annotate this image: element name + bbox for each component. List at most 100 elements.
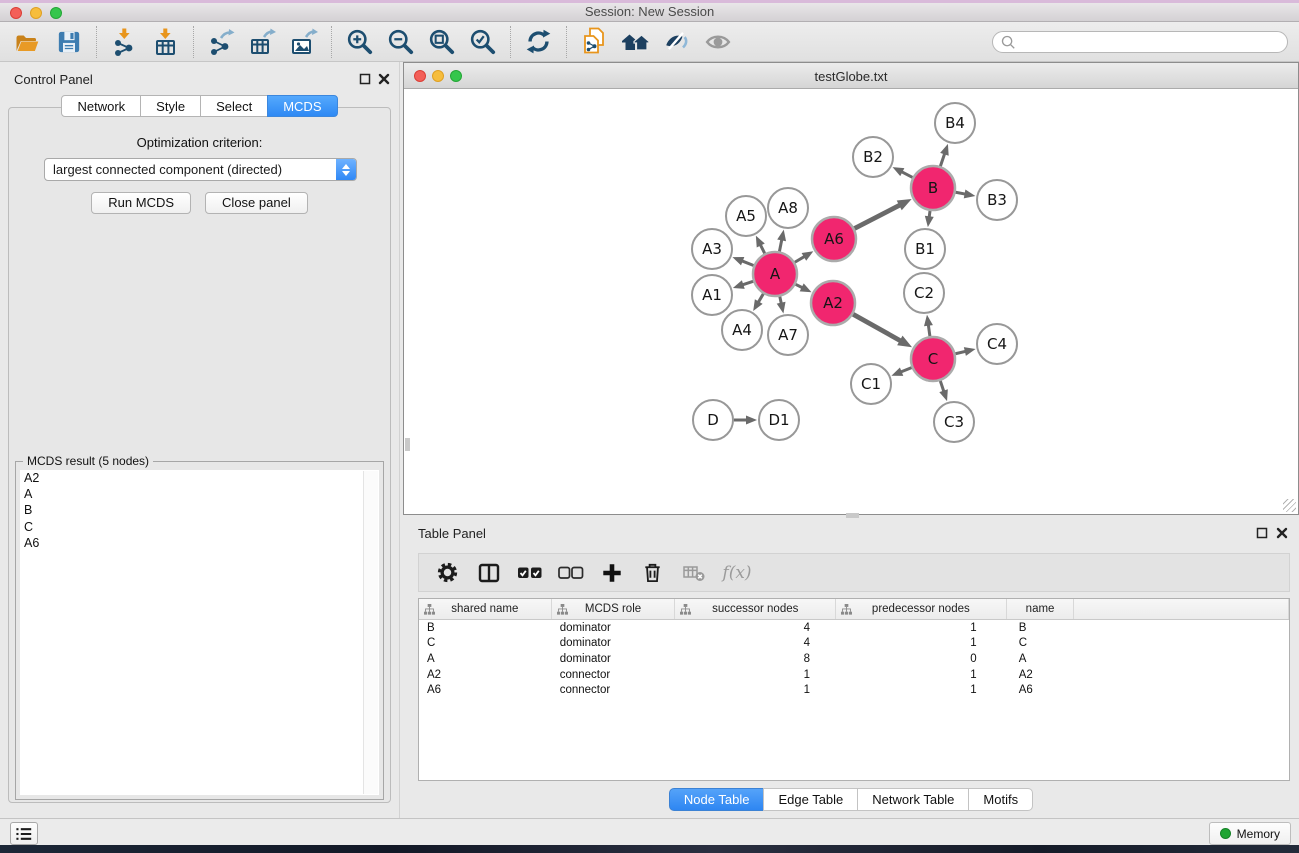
tab-network[interactable]: Network bbox=[61, 95, 141, 117]
node-C2[interactable]: C2 bbox=[904, 273, 944, 313]
edge-A6-B[interactable] bbox=[854, 199, 911, 228]
node-D1[interactable]: D1 bbox=[759, 400, 799, 440]
table-row[interactable]: Adominator80A bbox=[419, 651, 1289, 667]
result-scrollbar[interactable] bbox=[363, 471, 378, 794]
mcds-result-item[interactable]: A bbox=[20, 486, 379, 502]
deselect-all-button[interactable] bbox=[552, 556, 589, 590]
memory-button[interactable]: Memory bbox=[1209, 822, 1291, 845]
edge-C-C1[interactable] bbox=[891, 367, 911, 375]
import-network-button[interactable] bbox=[104, 24, 145, 60]
node-A8[interactable]: A8 bbox=[768, 188, 808, 228]
node-A[interactable]: A bbox=[753, 252, 797, 296]
function-builder-button[interactable]: f(x) bbox=[716, 556, 753, 590]
tab-mcds[interactable]: MCDS bbox=[267, 95, 337, 117]
node-A6[interactable]: A6 bbox=[812, 217, 856, 261]
column-header-name[interactable]: name bbox=[1007, 599, 1075, 619]
edge-A-A1[interactable] bbox=[733, 280, 753, 289]
node-A3[interactable]: A3 bbox=[692, 229, 732, 269]
node-B[interactable]: B bbox=[911, 166, 955, 210]
mcds-result-list[interactable]: A2ABCA6 bbox=[20, 470, 379, 795]
show-graphics-details-button[interactable] bbox=[697, 24, 738, 60]
table-row[interactable]: A6connector11A6 bbox=[419, 682, 1289, 698]
node-C4[interactable]: C4 bbox=[977, 324, 1017, 364]
tab-network-table[interactable]: Network Table bbox=[857, 788, 969, 811]
column-header-MCDS-role[interactable]: MCDS role bbox=[552, 599, 676, 619]
delete-table-button[interactable] bbox=[675, 556, 712, 590]
table-settings-button[interactable] bbox=[429, 556, 466, 590]
export-table-button[interactable] bbox=[242, 24, 283, 60]
network-canvas[interactable]: B4 B2 B B3 A5A8A6 A3 B1 A A1 C2 A2 A4A7 C4 C C1 C3 D D1 bbox=[404, 89, 1298, 514]
open-session-button[interactable] bbox=[7, 24, 48, 60]
edge-C-C4[interactable] bbox=[955, 347, 975, 356]
resize-grip[interactable] bbox=[1283, 499, 1296, 512]
edge-A-A8[interactable] bbox=[777, 230, 786, 252]
edge-B-B1[interactable] bbox=[925, 211, 934, 227]
edge-D-D1[interactable] bbox=[734, 416, 757, 425]
node-A7[interactable]: A7 bbox=[768, 315, 808, 355]
network-from-file-button[interactable] bbox=[574, 24, 615, 60]
zoom-selected-button[interactable] bbox=[462, 24, 503, 60]
mcds-result-item[interactable]: A6 bbox=[20, 535, 379, 551]
refresh-layout-button[interactable] bbox=[518, 24, 559, 60]
node-C1[interactable]: C1 bbox=[851, 364, 891, 404]
edge-A-A7[interactable] bbox=[777, 296, 786, 313]
export-image-button[interactable] bbox=[283, 24, 324, 60]
select-all-button[interactable] bbox=[511, 556, 548, 590]
float-table-panel-icon[interactable] bbox=[1255, 527, 1269, 539]
edge-A-A6[interactable] bbox=[795, 251, 814, 262]
edge-C-C2[interactable] bbox=[924, 315, 933, 336]
tab-node-table[interactable]: Node Table bbox=[669, 788, 765, 811]
edge-A2-C[interactable] bbox=[853, 314, 912, 347]
delete-column-button[interactable] bbox=[634, 556, 671, 590]
node-B4[interactable]: B4 bbox=[935, 103, 975, 143]
hide-graphics-details-button[interactable] bbox=[656, 24, 697, 60]
edge-C-C3[interactable] bbox=[939, 381, 948, 401]
network-window-titlebar[interactable]: testGlobe.txt bbox=[404, 63, 1298, 89]
table-row[interactable]: Bdominator41B bbox=[419, 620, 1289, 636]
zoom-fit-button[interactable] bbox=[421, 24, 462, 60]
node-B2[interactable]: B2 bbox=[853, 137, 893, 177]
node-C3[interactable]: C3 bbox=[934, 402, 974, 442]
edge-A-A5[interactable] bbox=[756, 236, 765, 254]
edge-A-A3[interactable] bbox=[732, 257, 753, 266]
close-table-panel-icon[interactable] bbox=[1275, 527, 1289, 539]
close-panel-icon[interactable] bbox=[377, 73, 391, 85]
table-row[interactable]: Cdominator41C bbox=[419, 636, 1289, 652]
node-A5[interactable]: A5 bbox=[726, 196, 766, 236]
node-A2[interactable]: A2 bbox=[811, 281, 855, 325]
export-network-button[interactable] bbox=[201, 24, 242, 60]
mcds-result-item[interactable]: B bbox=[20, 502, 379, 518]
show-columns-button[interactable] bbox=[470, 556, 507, 590]
mcds-result-item[interactable]: C bbox=[20, 519, 379, 535]
node-table[interactable]: shared nameMCDS rolesuccessor nodesprede… bbox=[418, 598, 1290, 781]
search-input[interactable] bbox=[1016, 33, 1287, 51]
node-D[interactable]: D bbox=[693, 400, 733, 440]
network-graph[interactable]: B4 B2 B B3 A5A8A6 A3 B1 A A1 C2 A2 A4A7 C4 C C1 C3 D D1 bbox=[404, 89, 1298, 514]
home-button[interactable] bbox=[615, 24, 656, 60]
run-mcds-button[interactable]: Run MCDS bbox=[91, 192, 191, 214]
zoom-out-button[interactable] bbox=[380, 24, 421, 60]
edge-B-B4[interactable] bbox=[940, 144, 949, 166]
vertical-scrollbar-thumb[interactable] bbox=[405, 438, 410, 451]
node-A1[interactable]: A1 bbox=[692, 275, 732, 315]
edge-A-A4[interactable] bbox=[753, 294, 763, 311]
edge-B-B3[interactable] bbox=[956, 189, 976, 198]
zoom-in-button[interactable] bbox=[339, 24, 380, 60]
close-panel-button[interactable]: Close panel bbox=[205, 192, 308, 214]
column-header-successor-nodes[interactable]: successor nodes bbox=[675, 599, 836, 619]
task-history-button[interactable] bbox=[10, 822, 38, 845]
add-column-button[interactable] bbox=[593, 556, 630, 590]
tab-style[interactable]: Style bbox=[140, 95, 201, 117]
node-B3[interactable]: B3 bbox=[977, 180, 1017, 220]
float-panel-icon[interactable] bbox=[358, 73, 372, 85]
column-header-predecessor-nodes[interactable]: predecessor nodes bbox=[836, 599, 1007, 619]
node-A4[interactable]: A4 bbox=[722, 310, 762, 350]
node-C[interactable]: C bbox=[911, 337, 955, 381]
tab-select[interactable]: Select bbox=[200, 95, 268, 117]
horizontal-scrollbar-thumb[interactable] bbox=[846, 513, 859, 518]
mcds-result-item[interactable]: A2 bbox=[20, 470, 379, 486]
column-header-shared-name[interactable]: shared name bbox=[419, 599, 552, 619]
node-B1[interactable]: B1 bbox=[905, 229, 945, 269]
edge-B-B2[interactable] bbox=[893, 167, 913, 177]
table-row[interactable]: A2connector11A2 bbox=[419, 667, 1289, 683]
